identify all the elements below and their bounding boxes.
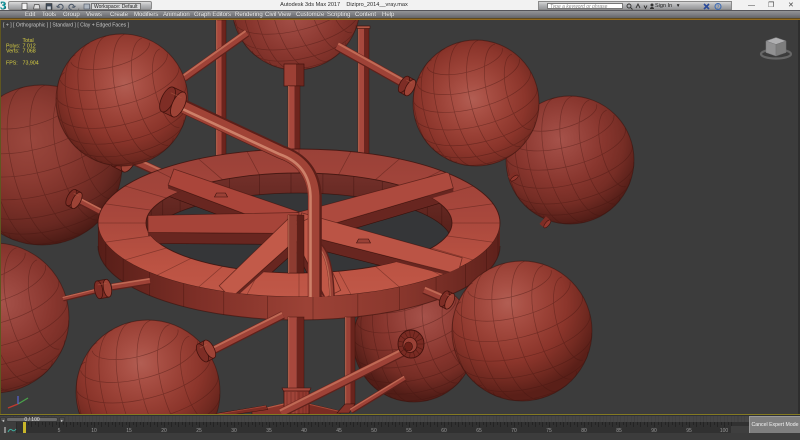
svg-text:Verts:: Verts: — [6, 49, 20, 55]
svg-text:7 068: 7 068 — [23, 49, 36, 55]
svg-text:73,904: 73,904 — [23, 61, 39, 67]
svg-text:[ + ] [ Orthographic ] [ Stand: [ + ] [ Orthographic ] [ Standard ] [ Cl… — [3, 23, 130, 29]
svg-text:FPS:: FPS: — [6, 61, 18, 67]
